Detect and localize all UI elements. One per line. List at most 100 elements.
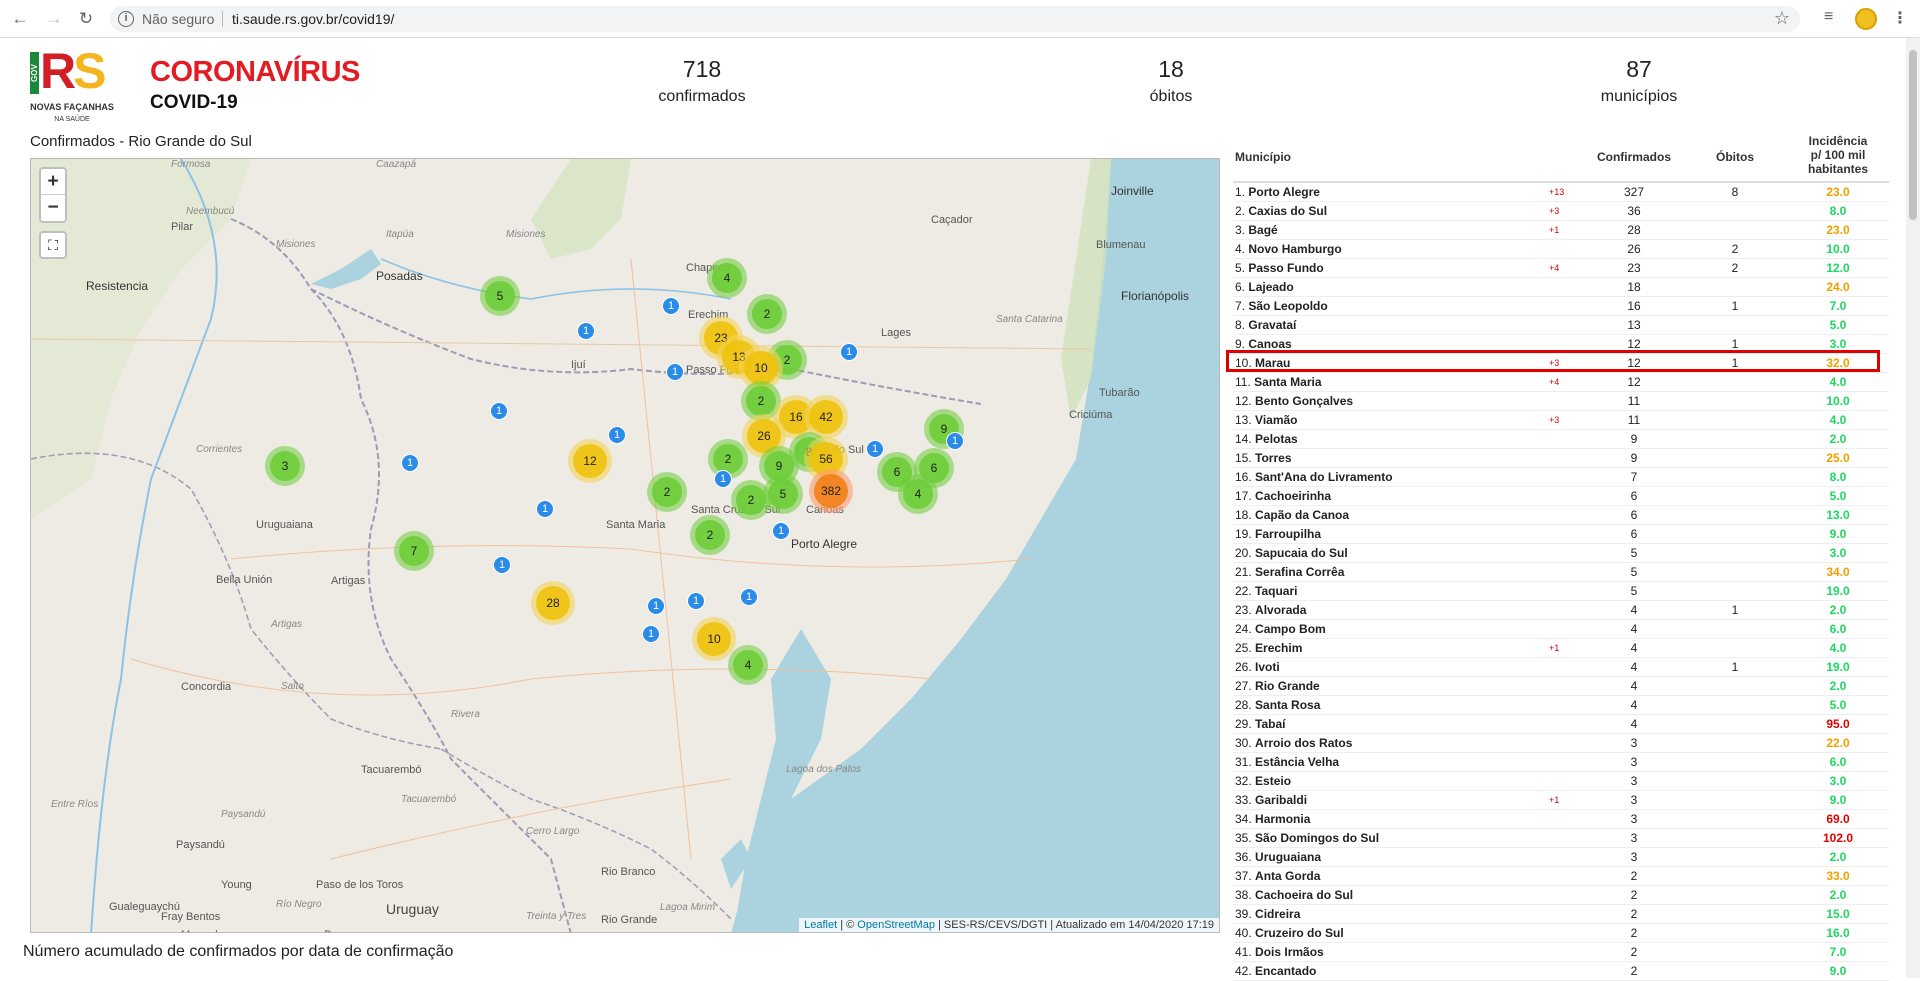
stat-value: 718	[682, 56, 722, 82]
table-row[interactable]: 32. Esteio 3 3.0	[1233, 772, 1889, 791]
fullscreen-button[interactable]: ⛶	[39, 231, 67, 259]
map-cluster-marker[interactable]: 2	[647, 472, 687, 512]
table-row[interactable]: 4. Novo Hamburgo 26 2 10.0	[1233, 240, 1889, 259]
table-row[interactable]: 42. Encantado 2 9.0	[1233, 962, 1889, 981]
map-place-label: Pilar	[171, 221, 194, 233]
table-row[interactable]: 39. Cidreira 2 15.0	[1233, 905, 1889, 924]
map-pin-marker[interactable]: 1	[866, 440, 884, 458]
table-row[interactable]: 41. Dois Irmãos 2 7.0	[1233, 943, 1889, 962]
table-row[interactable]: 6. Lajeado 18 24.0	[1233, 278, 1889, 297]
table-row[interactable]: 34. Harmonia 3 69.0	[1233, 810, 1889, 829]
address-bar[interactable]: i Não seguro ti.saude.rs.gov.br/covid19/…	[110, 6, 1800, 32]
zoom-out-button[interactable]: −	[41, 195, 65, 221]
map-pin-marker[interactable]: 1	[608, 426, 626, 444]
map-pin-marker[interactable]: 1	[687, 592, 705, 610]
map-pin-marker[interactable]: 1	[401, 454, 419, 472]
table-row[interactable]: 11. Santa Maria +4 12 4.0	[1233, 373, 1889, 392]
table-row[interactable]: 20. Sapucaia do Sul 5 3.0	[1233, 544, 1889, 563]
zoom-in-button[interactable]: +	[41, 169, 65, 195]
map-pin-marker[interactable]: 1	[536, 500, 554, 518]
table-row[interactable]: 40. Cruzeiro do Sul 2 16.0	[1233, 924, 1889, 943]
reading-list-icon[interactable]: ≡	[1824, 8, 1833, 26]
map-cluster-marker[interactable]: 4	[898, 474, 938, 514]
reload-icon[interactable]: ↻	[76, 9, 96, 29]
table-row[interactable]: 19. Farroupilha 6 9.0	[1233, 525, 1889, 544]
table-row[interactable]: 17. Cachoeirinha 6 5.0	[1233, 487, 1889, 506]
page-scrollbar[interactable]	[1906, 38, 1920, 978]
table-row[interactable]: 27. Rio Grande 4 2.0	[1233, 677, 1889, 696]
header-incidencia[interactable]: Incidência p/ 100 mil habitantes	[1793, 134, 1883, 176]
map-pin-marker[interactable]: 1	[490, 402, 508, 420]
table-row[interactable]: 24. Campo Bom 4 6.0	[1233, 620, 1889, 639]
header-confirmados[interactable]: Confirmados	[1589, 150, 1679, 164]
table-row[interactable]: 5. Passo Fundo +4 23 2 12.0	[1233, 259, 1889, 278]
table-row[interactable]: 15. Torres 9 25.0	[1233, 449, 1889, 468]
map-cluster-marker[interactable]: 2	[747, 294, 787, 334]
table-row[interactable]: 38. Cachoeira do Sul 2 2.0	[1233, 886, 1889, 905]
header-obitos[interactable]: Óbitos	[1695, 150, 1775, 164]
header-municipio[interactable]: Município	[1235, 150, 1291, 164]
rank: 32.	[1235, 774, 1252, 788]
map-pin-marker[interactable]: 1	[493, 556, 511, 574]
table-row[interactable]: 23. Alvorada 4 1 2.0	[1233, 601, 1889, 620]
table-row[interactable]: 13. Viamão +3 11 4.0	[1233, 411, 1889, 430]
rs-gov-logo[interactable]: GOV RS NOVAS FAÇANHAS NA SAÚDE	[30, 43, 120, 128]
table-row[interactable]: 3. Bagé +1 28 23.0	[1233, 221, 1889, 240]
table-row[interactable]: 2. Caxias do Sul +3 36 8.0	[1233, 202, 1889, 221]
menu-kebab-icon[interactable]: ⋮	[1892, 8, 1908, 28]
map-cluster-marker[interactable]: 4	[728, 645, 768, 685]
table-row[interactable]: 35. São Domingos do Sul 3 102.0	[1233, 829, 1889, 848]
map-pin-marker[interactable]: 1	[662, 297, 680, 315]
info-icon[interactable]: i	[118, 11, 134, 27]
cases-map[interactable]: Formosa Caazapá Neembucú Itapúa Misiones Pila…	[30, 158, 1220, 933]
table-row[interactable]: 22. Taquari 5 19.0	[1233, 582, 1889, 601]
back-arrow-icon[interactable]: ←	[10, 9, 30, 29]
map-pin-marker[interactable]: 1	[647, 597, 665, 615]
table-row[interactable]: 12. Bento Gonçalves 11 10.0	[1233, 392, 1889, 411]
table-row[interactable]: 25. Erechim +1 4 4.0	[1233, 639, 1889, 658]
confirmados-cell: 3	[1630, 774, 1638, 788]
map-cluster-marker[interactable]: 2	[690, 515, 730, 555]
table-row[interactable]: 36. Uruguaiana 3 2.0	[1233, 848, 1889, 867]
forward-arrow-icon[interactable]: →	[44, 9, 64, 29]
map-pin-marker[interactable]: 1	[714, 470, 732, 488]
profile-avatar[interactable]	[1855, 8, 1877, 30]
leaflet-link[interactable]: Leaflet	[804, 919, 837, 931]
table-row[interactable]: 29. Tabaí 4 95.0	[1233, 715, 1889, 734]
map-pin-marker[interactable]: 1	[642, 625, 660, 643]
table-row[interactable]: 26. Ivoti 4 1 19.0	[1233, 658, 1889, 677]
map-cluster-marker[interactable]: 7	[394, 531, 434, 571]
new-cases-delta: +4	[1549, 263, 1560, 273]
url-text[interactable]: ti.saude.rs.gov.br/covid19/	[232, 11, 394, 27]
table-row[interactable]: 37. Anta Gorda 2 33.0	[1233, 867, 1889, 886]
table-row[interactable]: 18. Capão da Canoa 6 13.0	[1233, 506, 1889, 525]
map-pin-marker[interactable]: 1	[840, 343, 858, 361]
bookmark-star-icon[interactable]: ☆	[1774, 8, 1790, 29]
table-row[interactable]: 16. Sant'Ana do Livramento 7 8.0	[1233, 468, 1889, 487]
map-cluster-marker[interactable]: 12	[568, 439, 612, 483]
map-cluster-marker[interactable]: 3	[265, 446, 305, 486]
table-row[interactable]: 31. Estância Velha 3 6.0	[1233, 753, 1889, 772]
security-label[interactable]: Não seguro	[142, 11, 214, 27]
map-cluster-marker[interactable]: 28	[531, 581, 575, 625]
map-cluster-marker[interactable]: 5	[480, 276, 520, 316]
table-row[interactable]: 8. Gravataí 13 5.0	[1233, 316, 1889, 335]
map-cluster-marker[interactable]: 382	[809, 469, 853, 513]
map-pin-marker[interactable]: 1	[740, 588, 758, 606]
table-row[interactable]: 14. Pelotas 9 2.0	[1233, 430, 1889, 449]
scrollbar-thumb[interactable]	[1909, 50, 1917, 220]
map-cluster-marker[interactable]: 10	[692, 617, 736, 661]
map-pin-marker[interactable]: 1	[946, 432, 964, 450]
table-row[interactable]: 21. Serafina Corrêa 5 34.0	[1233, 563, 1889, 582]
map-cluster-marker[interactable]: 4	[707, 258, 747, 298]
table-row[interactable]: 7. São Leopoldo 16 1 7.0	[1233, 297, 1889, 316]
map-pin-marker[interactable]: 1	[772, 522, 790, 540]
osm-link[interactable]: OpenStreetMap	[857, 919, 935, 931]
map-cluster-marker[interactable]: 5	[763, 474, 803, 514]
table-row[interactable]: 30. Arroio dos Ratos 3 22.0	[1233, 734, 1889, 753]
map-pin-marker[interactable]: 1	[666, 363, 684, 381]
table-row[interactable]: 28. Santa Rosa 4 5.0	[1233, 696, 1889, 715]
map-pin-marker[interactable]: 1	[577, 322, 595, 340]
table-row[interactable]: 1. Porto Alegre +13 327 8 23.0	[1233, 183, 1889, 202]
table-row[interactable]: 33. Garibaldi +1 3 9.0	[1233, 791, 1889, 810]
